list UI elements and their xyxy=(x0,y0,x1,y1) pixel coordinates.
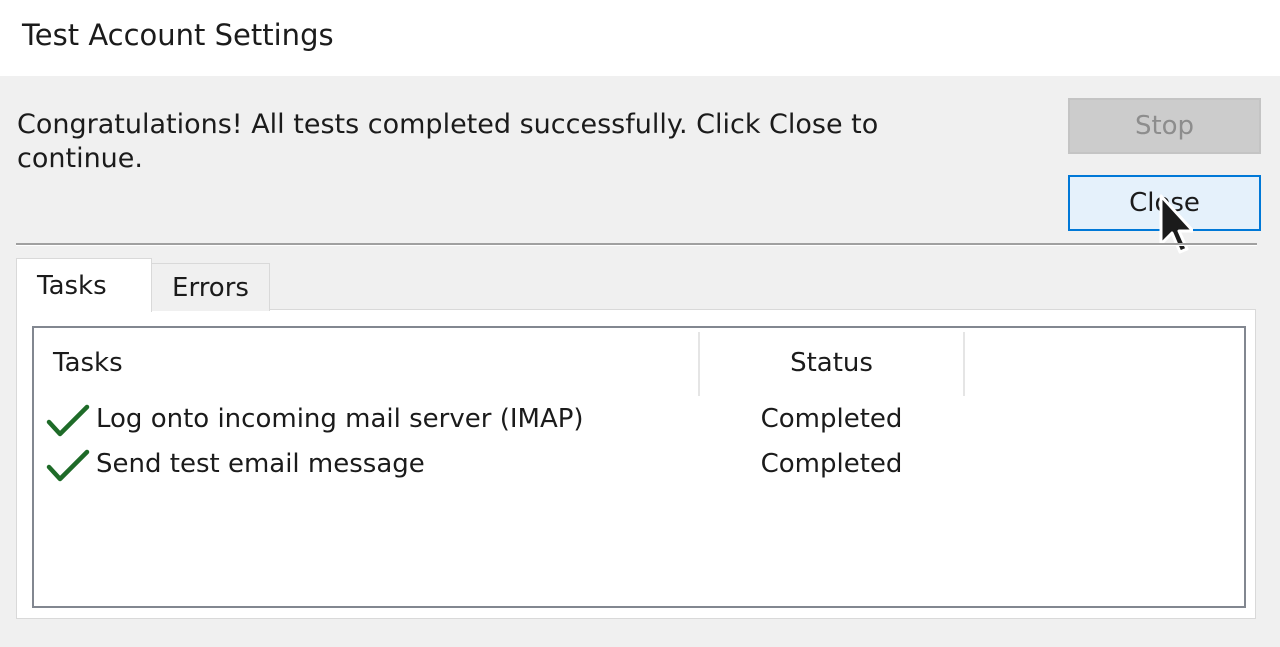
tab-errors[interactable]: Errors xyxy=(151,263,270,311)
window-title: Test Account Settings xyxy=(22,18,334,52)
stop-button[interactable]: Stop xyxy=(1068,98,1261,154)
column-header-tasks[interactable]: Tasks xyxy=(53,348,123,378)
task-name: Log onto incoming mail server (IMAP) xyxy=(96,404,584,434)
status-message: Congratulations! All tests completed suc… xyxy=(17,109,879,174)
task-status: Completed xyxy=(760,404,903,434)
task-name: Send test email message xyxy=(96,449,425,479)
checkmark-icon xyxy=(46,404,90,437)
tasks-list[interactable]: Tasks Status Log onto incoming mail serv… xyxy=(32,326,1246,608)
tab-tasks[interactable]: Tasks xyxy=(16,258,152,312)
table-row[interactable]: Send test email message Completed xyxy=(34,445,1244,485)
separator-line xyxy=(16,243,1257,246)
mouse-pointer-icon xyxy=(1159,194,1193,254)
table-row[interactable]: Log onto incoming mail server (IMAP) Com… xyxy=(34,400,1244,440)
title-bar: Test Account Settings xyxy=(0,0,1280,76)
task-status: Completed xyxy=(760,449,903,479)
column-header-status[interactable]: Status xyxy=(700,348,963,378)
checkmark-icon xyxy=(46,449,90,482)
column-divider[interactable] xyxy=(963,332,965,396)
